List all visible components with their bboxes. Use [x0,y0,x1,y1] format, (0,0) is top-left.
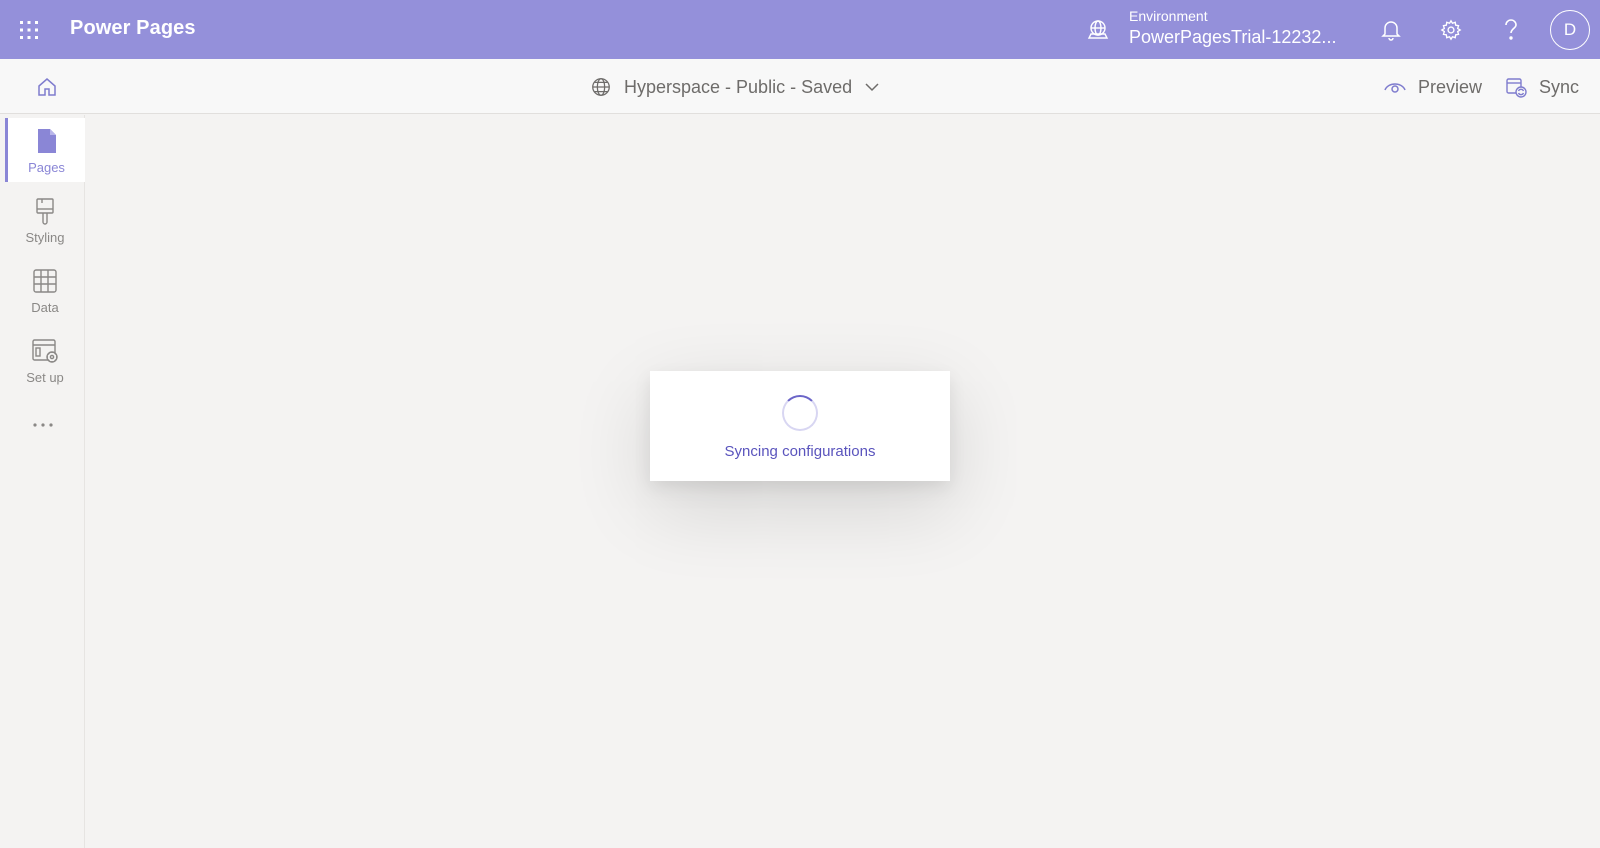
table-icon [32,266,58,296]
notifications-icon[interactable] [1376,15,1406,45]
sidebar-item-setup[interactable]: Set up [5,328,85,392]
home-icon[interactable] [33,73,61,101]
settings-gear-icon[interactable] [1436,15,1466,45]
sync-label: Sync [1539,76,1580,97]
syncing-message: Syncing configurations [724,443,876,460]
app-launcher-icon[interactable] [14,15,44,45]
top-bar: Power Pages Environment PowerPagesTrial-… [0,0,1600,59]
setup-gear-icon [31,336,59,366]
site-name: Hyperspace - Public - Saved [624,76,853,97]
preview-label: Preview [1418,76,1483,97]
environment-name: PowerPagesTrial-12232... [1129,27,1337,47]
environment-label: Environment [1129,8,1208,24]
sidebar-item-pages[interactable]: Pages [5,118,85,182]
sync-button[interactable]: Sync [1505,73,1579,101]
environment-icon[interactable] [1086,18,1110,42]
chevron-down-icon [864,79,880,95]
eye-icon [1384,79,1406,95]
syncing-dialog: Syncing configurations [650,371,950,481]
command-bar: Hyperspace - Public - Saved Preview Sync [0,59,1600,114]
paintbrush-icon [34,196,56,226]
site-switcher[interactable]: Hyperspace - Public - Saved [590,73,880,101]
loading-spinner-icon [782,395,818,431]
sync-icon [1505,76,1527,98]
sidebar-item-data[interactable]: Data [5,258,85,322]
app-title[interactable]: Power Pages [70,17,196,40]
sidebar-item-label: Data [31,300,59,315]
help-icon[interactable] [1496,15,1526,45]
more-horizontal-icon[interactable] [28,415,58,435]
left-navigation-rail: Pages Styling Data Set up [0,115,85,848]
globe-icon [590,76,612,98]
sidebar-item-styling[interactable]: Styling [5,188,85,252]
page-icon [36,126,58,156]
user-avatar[interactable]: D [1550,10,1590,50]
sidebar-item-label: Styling [25,230,65,245]
sidebar-item-label: Pages [28,160,65,175]
environment-switcher[interactable]: Environment PowerPagesTrial-12232... [1129,7,1336,49]
preview-button[interactable]: Preview [1384,73,1482,101]
sidebar-item-label: Set up [26,370,64,385]
